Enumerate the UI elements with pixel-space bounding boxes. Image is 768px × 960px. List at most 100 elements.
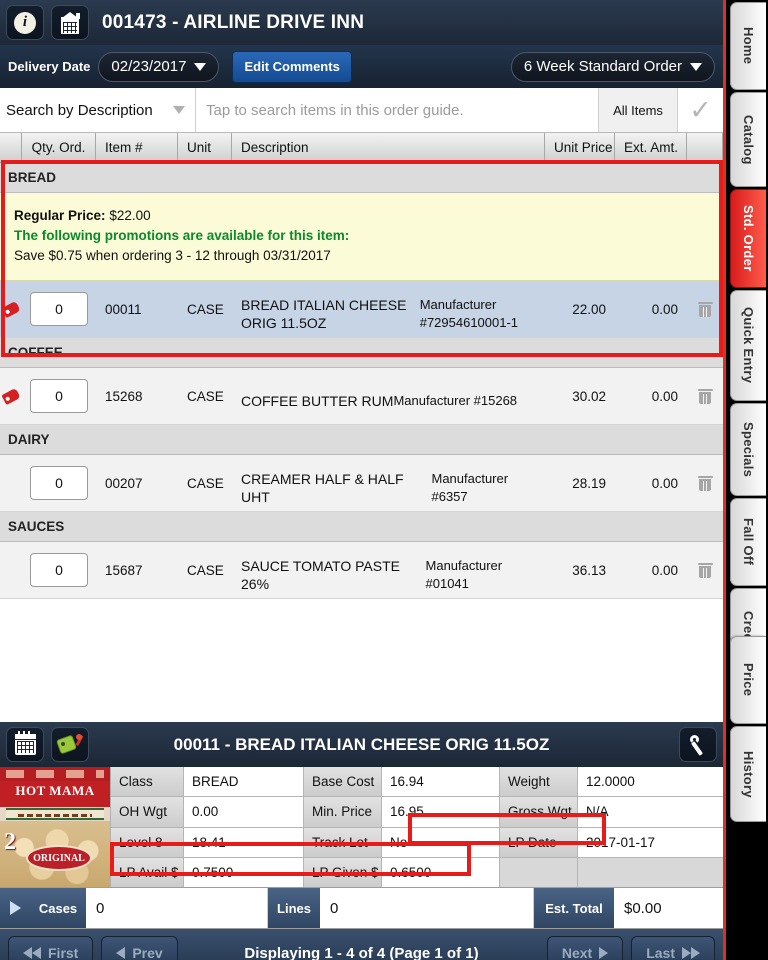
promo-tag-placeholder: [0, 455, 22, 511]
quantity-input[interactable]: 0: [30, 553, 88, 587]
attribute-row: LP Avail $ 0.7500 LP Given $ 0.6500: [111, 857, 723, 887]
sidebar-item-specials[interactable]: Specials: [730, 403, 766, 496]
delete-row-button[interactable]: [687, 542, 723, 598]
col-unit: Unit: [178, 133, 232, 162]
attr-value-lp-avail: 0.7500: [184, 857, 304, 887]
item-description: COFFEE BUTTER RUM: [241, 392, 394, 409]
sidebar-item-price[interactable]: Price: [730, 636, 766, 724]
item-attributes-table: Class BREAD Base Cost 16.94 Weight 12.00…: [111, 767, 723, 887]
category-header-bread: BREAD: [0, 163, 723, 193]
order-type-value: 6 Week Standard Order: [523, 58, 682, 75]
quantity-input[interactable]: 0: [30, 466, 88, 500]
table-row[interactable]: 0 15268 CASE COFFEE BUTTER RUM Manufactu…: [0, 368, 723, 425]
regular-price-label: Regular Price:: [14, 208, 106, 223]
attr-value: BREAD: [184, 767, 304, 797]
order-item-grid[interactable]: BREAD Regular Price: $22.00 The followin…: [0, 163, 723, 722]
right-arrow-icon: [599, 947, 609, 959]
unit-price: 30.02: [572, 388, 606, 404]
sidebar-item-quick-entry[interactable]: Quick Entry: [730, 290, 766, 401]
ext-amount: 0.00: [651, 475, 678, 491]
pagination-bar: First Prev Displaying 1 - 4 of 4 (Page 1…: [0, 929, 723, 960]
product-badge: ORIGINAL: [33, 852, 85, 864]
delivery-date-label: Delivery Date: [8, 59, 91, 74]
attr-value-empty: [578, 857, 723, 887]
search-mode-label: Search by Description: [6, 101, 153, 119]
attr-value: 0.00: [184, 797, 304, 827]
customer-location-button[interactable]: [51, 5, 89, 40]
side-tab-rail: Home Catalog Std. Order Quick Entry Spec…: [726, 0, 768, 960]
sidebar-item-label: Std. Order: [741, 205, 756, 272]
delete-row-button[interactable]: [687, 368, 723, 424]
last-page-button[interactable]: Last: [631, 936, 715, 960]
table-row[interactable]: 0 15687 CASE SAUCE TOMATO PASTE 26% Manu…: [0, 542, 723, 599]
order-type-dropdown[interactable]: 6 Week Standard Order: [510, 51, 715, 82]
chevron-down-icon: [173, 106, 185, 114]
main-panel: i 001473 - AIRLINE DRIVE INN Delivery Da…: [0, 0, 726, 960]
sidebar-item-home[interactable]: Home: [730, 2, 766, 90]
quantity-input[interactable]: 0: [30, 292, 88, 326]
attribute-row: OH Wgt 0.00 Min. Price 16.95 Gross Wgt N…: [111, 797, 723, 828]
attr-key-empty: [500, 857, 578, 887]
cases-label: Cases: [30, 888, 86, 928]
delivery-date-dropdown[interactable]: 02/23/2017: [98, 51, 220, 82]
unit: CASE: [187, 475, 224, 491]
unit-price: 28.19: [572, 475, 606, 491]
qty-ord-cell[interactable]: 0: [22, 455, 96, 511]
promo-tag-icon: [0, 368, 22, 424]
promotion-panel: Regular Price: $22.00 The following prom…: [0, 193, 723, 281]
product-count: 2: [4, 829, 16, 855]
trash-icon: [697, 562, 713, 578]
totals-expand-button[interactable]: [0, 888, 30, 928]
quantity-input[interactable]: 0: [30, 379, 88, 413]
delete-row-button[interactable]: [687, 455, 723, 511]
est-total-label: Est. Total: [534, 888, 614, 928]
sidebar-item-label: Home: [741, 27, 756, 65]
qty-ord-cell[interactable]: 0: [22, 281, 96, 337]
attr-key: Level 8: [111, 827, 184, 857]
delete-row-button[interactable]: [687, 281, 723, 337]
title-bar: i 001473 - AIRLINE DRIVE INN: [0, 0, 723, 45]
all-items-filter[interactable]: All Items: [599, 88, 678, 132]
col-unit-price: Unit Price: [545, 133, 615, 162]
attr-value: 18.41: [184, 827, 304, 857]
sidebar-item-history[interactable]: History: [730, 726, 766, 822]
unit: CASE: [187, 301, 224, 317]
description-cell: CREAMER HALF & HALF UHT Manufacturer #63…: [232, 455, 545, 511]
item-manufacturer: Manufacturer #15268: [393, 392, 518, 408]
sidebar-item-fall-off[interactable]: Fall Off: [730, 498, 766, 586]
item-detail-title: 00011 - BREAD ITALIAN CHEESE ORIG 11.5OZ: [173, 734, 550, 754]
promotion-heading: The following promotions are available f…: [14, 228, 350, 243]
sidebar-item-label: Catalog: [741, 114, 756, 165]
col-item-number: Item #: [96, 133, 178, 162]
attr-value: N/A: [578, 797, 723, 827]
qty-ord-cell[interactable]: 0: [22, 368, 96, 424]
check-icon[interactable]: ✓: [678, 88, 723, 132]
est-total-value: $0.00: [614, 888, 723, 928]
item-number: 15268: [105, 388, 143, 404]
search-mode-dropdown[interactable]: Search by Description: [0, 88, 196, 132]
edit-comments-button[interactable]: Edit Comments: [232, 50, 352, 83]
sidebar-item-label: Fall Off: [741, 518, 756, 566]
customer-info-button[interactable]: i: [6, 5, 44, 40]
col-ext-amt: Ext. Amt.: [615, 133, 687, 162]
lines-value: 0: [320, 888, 534, 928]
qty-ord-cell[interactable]: 0: [22, 542, 96, 598]
regular-price-value: $22.00: [109, 208, 151, 223]
col-qty-ord: Qty. Ord.: [22, 133, 96, 162]
regular-price-line: Regular Price: $22.00: [14, 208, 723, 223]
next-page-button[interactable]: Next: [546, 936, 624, 960]
item-detail-panel: 00011 - BREAD ITALIAN CHEESE ORIG 11.5OZ…: [0, 722, 723, 960]
expand-arrow-icon: [9, 901, 21, 915]
table-row[interactable]: 0 00207 CASE CREAMER HALF & HALF UHT Man…: [0, 455, 723, 512]
sidebar-item-catalog[interactable]: Catalog: [730, 92, 766, 187]
item-description: BREAD ITALIAN CHEESE ORIG 11.5OZ: [241, 296, 407, 331]
sidebar-item-std-order[interactable]: Std. Order: [730, 189, 766, 288]
table-row[interactable]: 0 00011 CASE BREAD ITALIAN CHEESE ORIG 1…: [0, 281, 723, 338]
totals-bar: Cases 0 Lines 0 Est. Total $0.00: [0, 887, 723, 929]
next-label: Next: [561, 945, 593, 960]
search-input[interactable]: Tap to search items in this order guide.: [196, 88, 599, 132]
double-right-arrow-icon: [682, 947, 700, 959]
attr-value: 12.0000: [578, 767, 723, 797]
item-number: 00011: [105, 301, 142, 317]
lines-label: Lines: [268, 888, 320, 928]
